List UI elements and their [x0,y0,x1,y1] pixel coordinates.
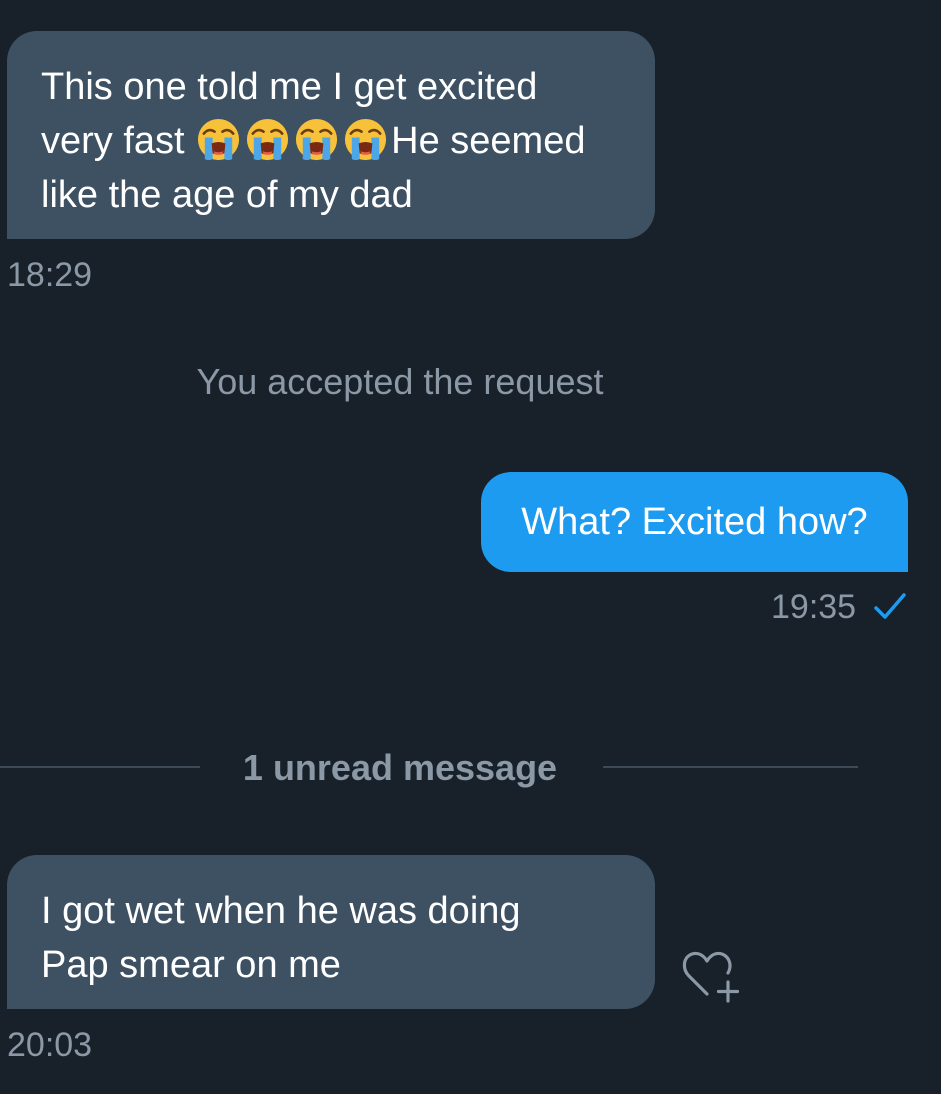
message-timestamp: 20:03 [7,1026,93,1064]
message-line: like the age of my dad [41,174,413,216]
message-bubble-outgoing[interactable]: What? Excited how? [481,472,908,572]
message-text: He seemed [391,120,586,162]
message-line: very fast He seemed [41,114,621,168]
conversation-view: This one told me I get excited very fast… [0,0,941,1094]
system-notice: You accepted the request [196,361,604,402]
loudly-crying-face-emoji-icon [296,118,338,161]
loudly-crying-face-emoji-icon [198,118,240,161]
message-line: This one told me I get excited [41,66,538,108]
divider-line-right [603,766,858,768]
emoji-group [195,118,391,162]
heart-plus-icon[interactable] [680,945,746,1005]
divider-line-left [0,766,200,768]
message-line: I got wet when he was doing [41,890,521,932]
message-bubble-incoming[interactable]: I got wet when he was doing Pap smear on… [7,855,655,1009]
message-bubble-incoming[interactable]: This one told me I get excited very fast… [7,31,655,239]
loudly-crying-face-emoji-icon [345,118,387,161]
message-text: What? Excited how? [521,501,868,543]
message-line: Pap smear on me [41,944,341,986]
message-timestamp: 18:29 [7,256,93,294]
loudly-crying-face-emoji-icon [247,118,289,161]
message-text: very fast [41,120,196,162]
check-icon [874,593,906,619]
unread-divider-label: 1 unread message [242,747,558,788]
message-timestamp: 19:35 [771,588,857,626]
